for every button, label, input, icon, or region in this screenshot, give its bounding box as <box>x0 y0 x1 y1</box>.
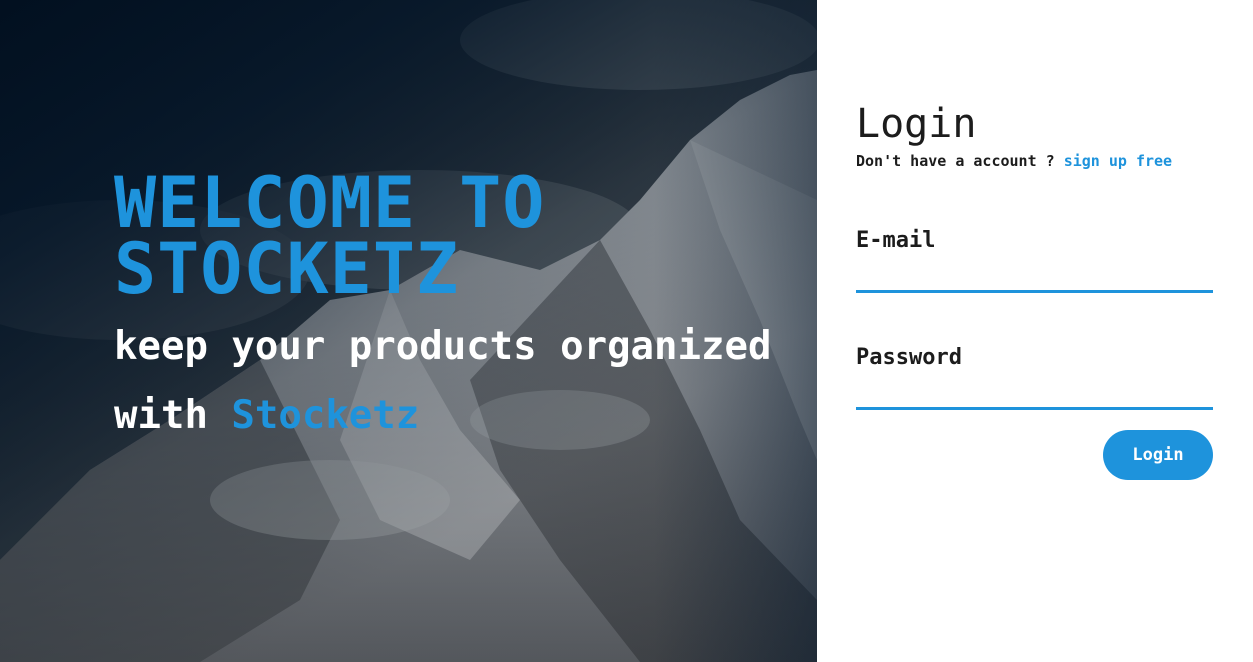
login-button[interactable]: Login <box>1103 430 1213 480</box>
password-input[interactable] <box>856 374 1213 410</box>
email-label: E-mail <box>856 228 936 253</box>
tagline: keep your products organized with Stocke… <box>114 312 794 450</box>
signup-prompt: Don't have a account ? sign up free <box>856 152 1213 170</box>
no-account-text: Don't have a account ? <box>856 152 1064 170</box>
login-panel: Login Don't have a account ? sign up fre… <box>817 0 1253 662</box>
password-label: Password <box>856 345 962 370</box>
login-form: Login Don't have a account ? sign up fre… <box>856 100 1213 480</box>
submit-row: Login <box>856 430 1213 480</box>
welcome-title: WELCOME TO STOCKETZ <box>114 162 546 310</box>
email-field-group: E-mail <box>856 228 1213 293</box>
password-field-group: Password <box>856 345 1213 410</box>
signup-link[interactable]: sign up free <box>1064 152 1172 170</box>
hero-panel: WELCOME TO STOCKETZ keep your products o… <box>0 0 817 662</box>
login-title: Login <box>856 101 977 147</box>
hero-text-block: WELCOME TO STOCKETZ keep your products o… <box>114 162 794 450</box>
email-input[interactable] <box>856 257 1213 293</box>
tagline-text: keep your products organized with <box>114 324 772 438</box>
tagline-brand: Stocketz <box>231 393 420 438</box>
login-page: WELCOME TO STOCKETZ keep your products o… <box>0 0 1253 662</box>
